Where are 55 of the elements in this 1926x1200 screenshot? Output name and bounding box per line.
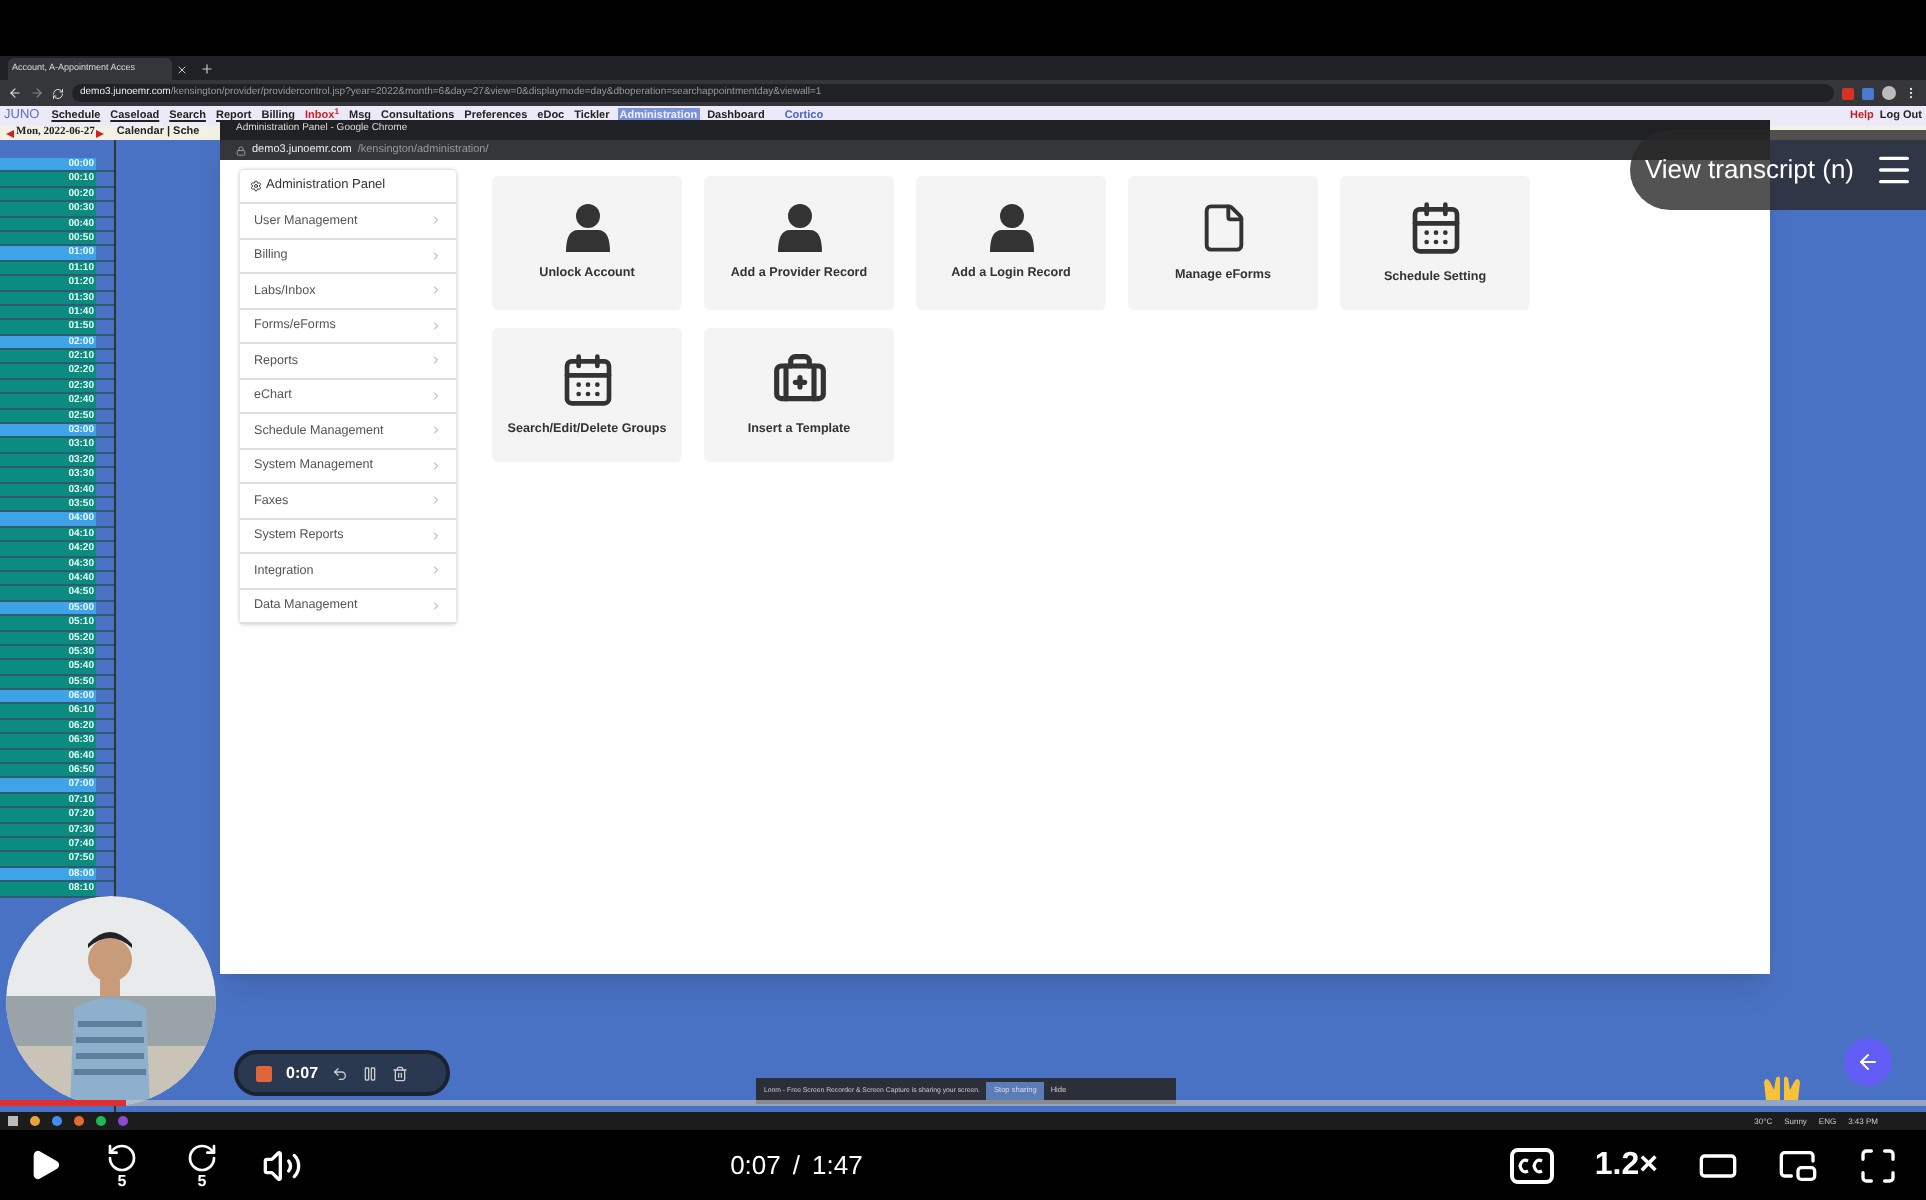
profile-avatar[interactable] xyxy=(1882,86,1896,100)
lock-icon xyxy=(236,145,246,155)
start-icon[interactable] xyxy=(8,1116,18,1126)
forward-icon[interactable] xyxy=(30,86,44,100)
view-transcript-button[interactable]: View transcript (n) xyxy=(1630,130,1926,210)
rewind-icon xyxy=(106,1141,138,1173)
raised-hands-icon xyxy=(1762,1074,1802,1102)
chevron-icon xyxy=(430,354,442,367)
chevron-icon xyxy=(430,319,442,332)
progress-track[interactable] xyxy=(0,1100,1926,1106)
chevron-icon xyxy=(430,494,442,507)
app-icon[interactable] xyxy=(52,1116,62,1126)
close-tab-icon[interactable] xyxy=(176,64,188,76)
forward-button[interactable]: 5 xyxy=(182,1137,222,1193)
calendar-icon xyxy=(559,352,615,408)
undo-icon[interactable] xyxy=(332,1065,349,1081)
play-icon[interactable] xyxy=(28,1148,62,1182)
loom-logo[interactable] xyxy=(1844,1038,1892,1086)
chevron-icon xyxy=(430,249,442,262)
rewind-button[interactable]: 5 xyxy=(102,1137,142,1193)
chevron-icon xyxy=(430,529,442,542)
stop-recording-icon[interactable] xyxy=(256,1065,272,1081)
user-icon xyxy=(777,204,821,252)
duration: 1:47 xyxy=(812,1147,863,1184)
picture-in-picture-icon[interactable] xyxy=(1778,1145,1818,1185)
captions-icon[interactable] xyxy=(1510,1147,1555,1183)
back-icon[interactable] xyxy=(8,86,22,100)
volume-icon[interactable] xyxy=(262,1145,302,1185)
forward-icon xyxy=(186,1141,218,1173)
chevron-icon xyxy=(430,284,442,297)
menu-icon[interactable] xyxy=(1904,86,1918,100)
fullscreen-icon[interactable] xyxy=(1858,1145,1898,1185)
user-icon xyxy=(565,204,609,252)
chevron-icon xyxy=(430,564,442,577)
pause-icon[interactable] xyxy=(362,1065,379,1081)
chevron-icon xyxy=(430,599,442,612)
speed-button[interactable]: 1.2× xyxy=(1594,1141,1658,1189)
app-icon[interactable] xyxy=(30,1116,40,1126)
chevron-icon xyxy=(430,424,442,437)
app-icon[interactable] xyxy=(74,1116,84,1126)
chevron-icon xyxy=(430,459,442,472)
chevron-icon xyxy=(430,214,442,227)
chevron-icon xyxy=(430,389,442,402)
new-tab-icon[interactable] xyxy=(200,62,214,76)
delete-icon[interactable] xyxy=(392,1065,409,1081)
app-icon[interactable] xyxy=(96,1116,106,1126)
time-separator: / xyxy=(792,1147,801,1184)
user-icon xyxy=(989,204,1033,252)
settings-icon xyxy=(250,180,262,192)
recording-timer: 0:07 xyxy=(286,1061,319,1085)
current-time: 0:07 xyxy=(730,1147,781,1184)
reload-icon[interactable] xyxy=(52,87,64,99)
arrow-icon xyxy=(1856,1050,1880,1074)
calendar-icon xyxy=(1407,200,1463,256)
app-icon[interactable] xyxy=(118,1116,128,1126)
